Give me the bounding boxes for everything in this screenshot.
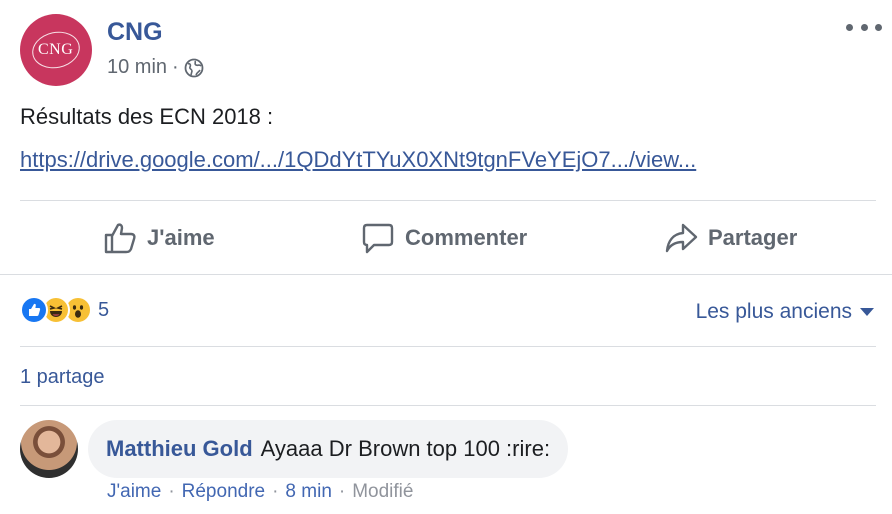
post-meta: 10 min · <box>107 56 204 79</box>
commenter-avatar[interactable] <box>20 420 78 478</box>
like-label: J'aime <box>147 225 215 250</box>
like-reaction-icon <box>20 296 48 324</box>
comment-label: Commenter <box>405 225 528 250</box>
like-button[interactable]: J'aime <box>103 218 215 258</box>
separator: · <box>168 481 175 502</box>
share-button[interactable]: Partager <box>664 218 797 258</box>
meta-separator: · <box>172 56 179 78</box>
reactions-summary[interactable]: 5 <box>20 296 109 324</box>
divider <box>20 346 876 347</box>
comment-button[interactable]: Commenter <box>361 218 527 258</box>
cng-logo: CNG <box>28 27 84 73</box>
separator: · <box>272 481 279 502</box>
comment-text: Ayaaa Dr Brown top 100 :rire: <box>260 436 551 461</box>
edited-label[interactable]: Modifié <box>352 481 413 503</box>
more-options-icon[interactable] <box>846 16 882 38</box>
logo-text: CNG <box>38 41 74 58</box>
share-count-link[interactable]: 1 partage <box>20 366 105 389</box>
thumbs-up-icon <box>103 221 137 255</box>
sort-label: Les plus anciens <box>695 300 852 323</box>
divider <box>20 405 876 406</box>
comment-time[interactable]: 8 min <box>285 481 331 503</box>
share-label: Partager <box>708 225 798 250</box>
share-arrow-icon <box>664 221 698 255</box>
divider <box>0 274 892 275</box>
comment-icon <box>361 221 395 255</box>
page-avatar[interactable]: CNG <box>20 14 92 86</box>
reaction-count: 5 <box>98 298 110 321</box>
comment-sort-dropdown[interactable]: Les plus anciens <box>696 300 874 324</box>
globe-icon[interactable] <box>184 58 204 78</box>
post-link[interactable]: https://drive.google.com/.../1QDdYtTYuX0… <box>20 147 696 173</box>
post-text: Résultats des ECN 2018 : <box>20 104 274 129</box>
page-name[interactable]: CNG <box>107 18 163 47</box>
commenter-name[interactable]: Matthieu Gold <box>106 436 253 462</box>
caret-down-icon <box>860 308 874 316</box>
comment-reply-link[interactable]: Répondre <box>182 481 265 503</box>
comment-bubble: Matthieu Gold Ayaaa Dr Brown top 100 :ri… <box>88 420 569 478</box>
post-time[interactable]: 10 min <box>107 56 167 79</box>
comment-like-link[interactable]: J'aime <box>107 481 161 503</box>
comment-actions: J'aime · Répondre · 8 min · Modifié <box>107 481 413 503</box>
divider <box>20 200 876 201</box>
separator: · <box>338 481 346 502</box>
